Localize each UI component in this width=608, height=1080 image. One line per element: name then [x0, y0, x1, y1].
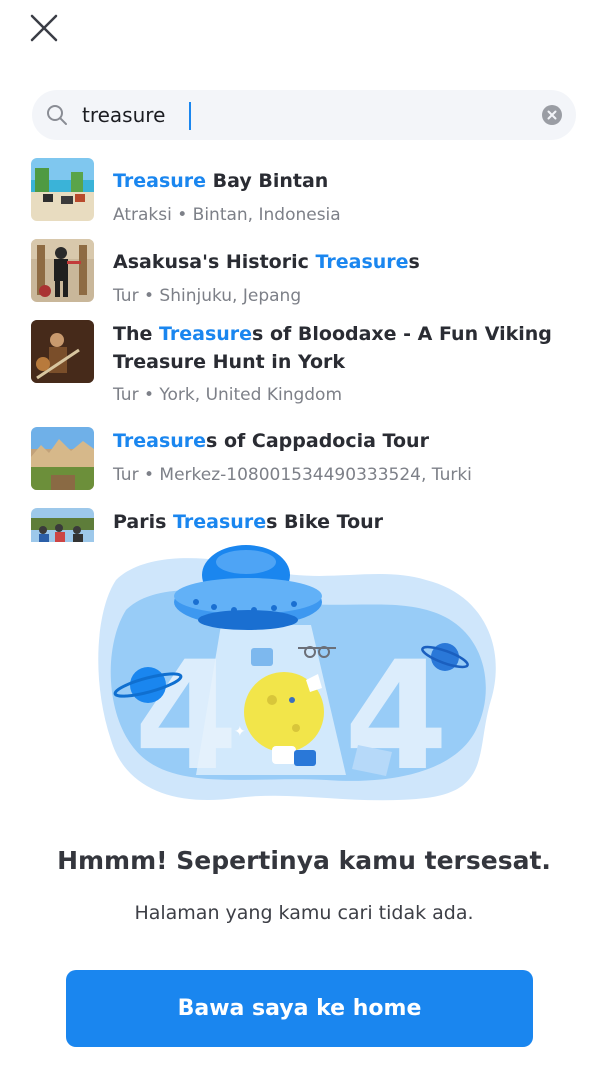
search-bar: [32, 90, 576, 140]
result-subtitle: Tur • York, United Kingdom: [113, 385, 343, 405]
result-title: Treasure Bay Bintan: [113, 170, 329, 192]
search-result-item[interactable]: Paris Treasures Bike Tour: [0, 508, 608, 542]
back-to-home-button[interactable]: Bawa saya ke home: [66, 970, 533, 1047]
result-thumbnail: [31, 427, 94, 490]
result-title: Treasures of Cappadocia Tour: [113, 430, 429, 452]
error-404-illustration: 4 4 ✦: [96, 540, 506, 810]
close-button[interactable]: [24, 10, 64, 50]
result-thumbnail: [31, 508, 94, 542]
error-subtitle: Halaman yang kamu cari tidak ada.: [134, 902, 474, 924]
result-subtitle: Tur • Shinjuku, Jepang: [113, 286, 302, 306]
search-input[interactable]: [82, 90, 552, 140]
clear-icon[interactable]: [542, 105, 562, 125]
search-icon: [47, 105, 67, 125]
search-results-list: Treasure Bay Bintan Atraksi • Bintan, In…: [0, 150, 608, 542]
result-title: Asakusa's Historic Treasures: [113, 251, 420, 273]
search-result-item[interactable]: Treasure Bay Bintan Atraksi • Bintan, In…: [0, 158, 608, 230]
result-title: Paris Treasures Bike Tour: [113, 511, 384, 533]
error-title: Hmmm! Sepertinya kamu tersesat.: [57, 846, 551, 875]
result-subtitle: Atraksi • Bintan, Indonesia: [113, 205, 341, 225]
result-thumbnail: [31, 320, 94, 383]
svg-text:✦: ✦: [234, 724, 246, 740]
search-result-item[interactable]: The Treasures of Bloodaxe - A Fun Viking…: [0, 320, 608, 420]
result-subtitle: Tur • Merkez-108001534490333524, Turki: [113, 465, 472, 485]
result-thumbnail: [31, 239, 94, 302]
close-icon: [30, 14, 58, 42]
result-thumbnail: [31, 158, 94, 221]
text-cursor: [189, 102, 191, 130]
result-title: The Treasures of Bloodaxe - A Fun Viking…: [113, 323, 552, 373]
search-result-item[interactable]: Treasures of Cappadocia Tour Tur • Merke…: [0, 427, 608, 499]
search-result-item[interactable]: Asakusa's Historic Treasures Tur • Shinj…: [0, 239, 608, 311]
error-code-left: 4: [134, 630, 238, 804]
